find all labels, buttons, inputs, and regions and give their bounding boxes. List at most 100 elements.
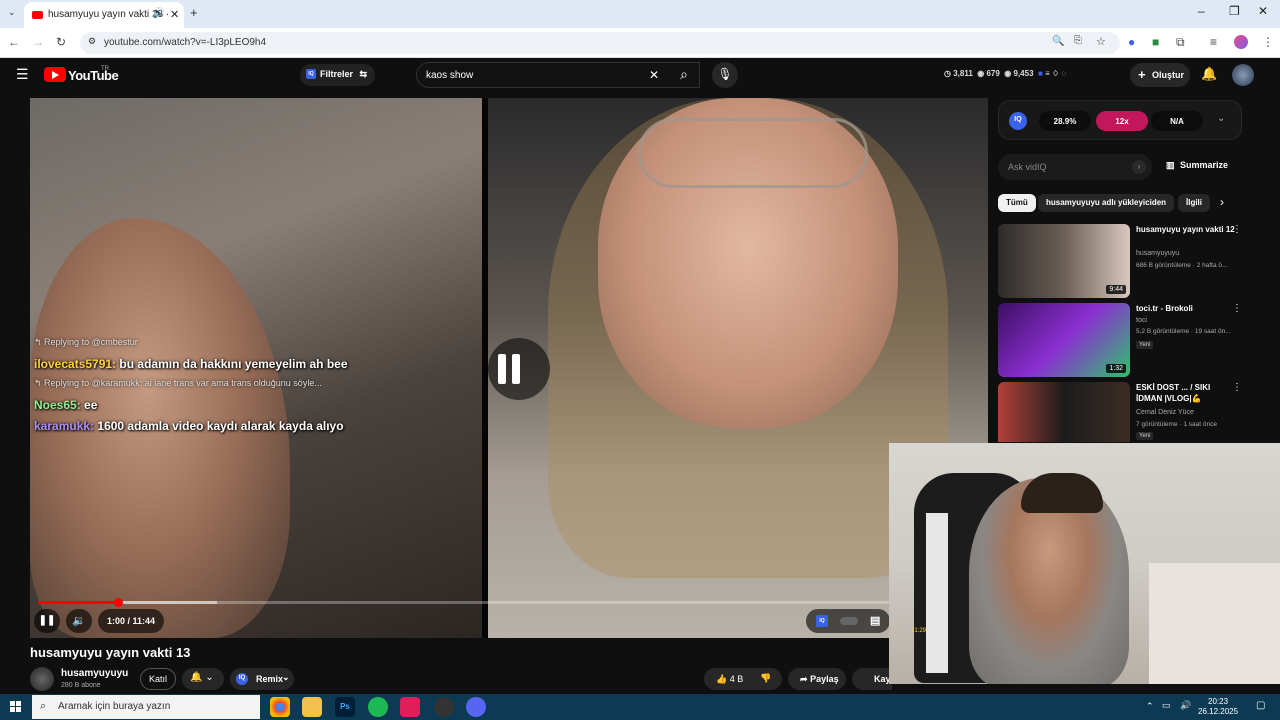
search-input[interactable]: kaos show ✕ xyxy=(416,62,700,88)
recommendation-channel[interactable]: Cemal Deniz Yüce xyxy=(1136,409,1194,416)
notifications-bell-icon[interactable]: 🔔 xyxy=(1201,66,1217,82)
recommendation-title[interactable]: husamyuyu yayın vakti 12 xyxy=(1136,224,1236,235)
close-window-icon[interactable]: ✕ xyxy=(1258,4,1268,18)
send-icon[interactable]: › xyxy=(1132,160,1146,174)
clear-search-icon[interactable]: ✕ xyxy=(649,68,659,82)
progress-scrubber-handle[interactable] xyxy=(113,598,123,607)
vidiq-icon[interactable]: ■ xyxy=(1038,69,1043,78)
recommendation-item[interactable]: 1:32 toci.tr - Brokoli toci 5,2 B görünt… xyxy=(998,303,1242,377)
recommendation-title[interactable]: ESKİ DOST ... / SIKI İDMAN |VLOG|💪 xyxy=(1136,382,1236,404)
vidiq-logo-icon[interactable]: IQ xyxy=(1009,112,1027,130)
list-icon[interactable]: ≡ xyxy=(1045,69,1050,78)
close-tab-icon[interactable]: ✕ xyxy=(170,8,179,21)
subscription-bell-button[interactable]: 🔔 ⌄ xyxy=(182,668,224,690)
recommendation-channel[interactable]: husamyuyuyu xyxy=(1136,250,1179,257)
tray-chevron-icon[interactable]: ⌃ xyxy=(1146,701,1154,712)
recommendation-thumbnail[interactable]: 1:32 xyxy=(998,303,1130,377)
filters-button[interactable]: IQ Filtreler ⇆ xyxy=(300,64,376,86)
video-title: husamyuyu yayın vakti 13 xyxy=(30,645,191,660)
site-info-icon[interactable]: ⚙ xyxy=(88,36,96,47)
back-icon[interactable]: ← xyxy=(8,35,20,49)
spotify-icon[interactable] xyxy=(368,697,388,717)
recommendation-item[interactable]: ESKİ DOST ... / SIKI İDMAN |VLOG|💪 Cemal… xyxy=(998,382,1242,442)
recommendation-thumbnail[interactable]: 9:44 xyxy=(998,224,1130,298)
restore-icon[interactable]: ❐ xyxy=(1229,4,1240,18)
chip-all[interactable]: Tümü xyxy=(998,194,1036,212)
like-dislike-buttons[interactable]: 👍 4 B 👎 xyxy=(704,668,782,690)
recommendation-thumbnail[interactable] xyxy=(998,382,1130,442)
pause-button[interactable]: ❚❚ xyxy=(34,609,60,633)
save-button[interactable]: Kay xyxy=(852,668,892,690)
star-icon[interactable]: ☆ xyxy=(1096,35,1106,48)
join-button[interactable]: Katıl xyxy=(140,668,176,690)
search-icon: ⌕ xyxy=(40,700,47,712)
zoom-icon[interactable]: 🔍 xyxy=(1052,36,1064,47)
extension-green-icon[interactable]: ■ xyxy=(1152,35,1159,49)
account-avatar[interactable] xyxy=(1232,64,1254,86)
webcam-timestamp: 21:29 xyxy=(911,628,927,634)
discord-icon[interactable] xyxy=(466,697,486,717)
chip-from-uploader[interactable]: husamyuyuyu adlı yükleyiciden xyxy=(1038,194,1175,212)
chrome-app-icon[interactable] xyxy=(270,697,290,717)
create-button[interactable]: + Oluştur xyxy=(1130,63,1190,87)
video-duration: 1:32 xyxy=(1106,364,1126,373)
search-button[interactable]: ⌕ xyxy=(664,62,704,88)
notifications-icon[interactable]: ▢ xyxy=(1256,700,1265,711)
file-explorer-icon[interactable] xyxy=(302,697,322,717)
chat-icon[interactable]: ◌ xyxy=(1061,69,1066,78)
recommendation-title[interactable]: toci.tr - Brokoli xyxy=(1136,303,1236,314)
photoshop-icon[interactable]: Ps xyxy=(335,697,355,717)
reload-icon[interactable]: ↻ xyxy=(56,35,66,49)
windows-start-icon[interactable] xyxy=(10,701,22,713)
video-player[interactable]: ↰ Replying to @cmbestur ilovecats5791: b… xyxy=(30,98,988,638)
ask-vidiq-input[interactable]: Ask vidIQ › xyxy=(998,154,1152,180)
browser-tab[interactable]: husamyuyu yayın vakti 13 · 🔊 ✕ xyxy=(24,2,184,28)
thumbs-down-icon[interactable]: 👎 xyxy=(760,673,771,684)
chat-message: ilovecats5791: bu adamın da hakkını yeme… xyxy=(34,357,348,371)
forward-icon[interactable]: → xyxy=(32,35,44,49)
install-icon[interactable]: ⎘ xyxy=(1074,35,1082,46)
taskbar-clock[interactable]: 20:23 26.12.2025 xyxy=(1198,697,1238,717)
channel-name[interactable]: husamyuyuyu xyxy=(61,668,128,679)
speaker-icon[interactable]: 🔊 xyxy=(152,8,164,19)
youtube-logo-icon[interactable] xyxy=(44,67,66,82)
volume-button[interactable]: 🔉 xyxy=(66,609,92,633)
voice-search-button[interactable]: 🎙 xyxy=(712,62,738,88)
address-bar[interactable]: ⚙ youtube.com/watch?v=-LI3pLEO9h4 🔍 ⎘ ☆ xyxy=(80,32,1120,54)
recommendation-channel[interactable]: toci xyxy=(1136,317,1147,324)
extension-vidiq-icon[interactable]: ● xyxy=(1128,35,1135,49)
media-control-icon[interactable]: ≡ xyxy=(1210,35,1217,49)
recommendation-item[interactable]: 9:44 husamyuyu yayın vakti 12 husamyuyuy… xyxy=(998,224,1242,298)
chip-related[interactable]: İlgili xyxy=(1178,194,1210,212)
channel-avatar[interactable] xyxy=(30,667,54,691)
pause-overlay-icon[interactable] xyxy=(488,338,550,400)
subtitles-icon[interactable]: ▤ xyxy=(870,614,880,627)
hamburger-menu-icon[interactable]: ☰ xyxy=(16,66,29,83)
vivaldi-icon[interactable] xyxy=(400,697,420,717)
chevron-right-icon[interactable]: › xyxy=(1220,195,1224,209)
profile-icon[interactable] xyxy=(1234,35,1248,49)
chevron-down-icon[interactable]: ⌄ xyxy=(1217,113,1225,124)
bulb-icon[interactable]: ♢ xyxy=(1052,69,1059,78)
youtube-wordmark[interactable]: YouTube xyxy=(68,68,119,83)
volume-tray-icon[interactable]: 🔊 xyxy=(1180,700,1191,711)
more-options-icon[interactable]: ⋮ xyxy=(1232,303,1242,314)
taskbar-search-input[interactable]: ⌕ Aramak için buraya yazın xyxy=(32,695,260,719)
thumbs-up-icon[interactable]: 👍 xyxy=(716,674,727,684)
more-options-icon[interactable]: ⋮ xyxy=(1232,382,1242,393)
menu-dots-icon[interactable]: ⋮ xyxy=(1262,35,1274,49)
extensions-icon[interactable]: ⧉ xyxy=(1176,35,1185,50)
remix-button[interactable]: IQ Remix ⌄ xyxy=(230,668,294,690)
more-options-icon[interactable]: ⋮ xyxy=(1232,224,1242,235)
vidiq-player-icon[interactable]: IQ xyxy=(816,615,828,627)
eye-icon: ◉ xyxy=(977,69,985,78)
tab-list-icon[interactable]: ⌄ xyxy=(8,7,16,18)
progress-bar[interactable] xyxy=(38,598,978,607)
summarize-button[interactable]: ▥ Summarize xyxy=(1166,160,1228,170)
new-tab-icon[interactable]: + xyxy=(190,5,198,20)
app-icon[interactable] xyxy=(434,697,454,717)
network-icon[interactable]: ▭ xyxy=(1162,700,1171,711)
autoplay-toggle[interactable] xyxy=(840,617,858,625)
share-button[interactable]: ➦ Paylaş xyxy=(788,668,846,690)
minimize-icon[interactable]: – xyxy=(1198,4,1205,18)
